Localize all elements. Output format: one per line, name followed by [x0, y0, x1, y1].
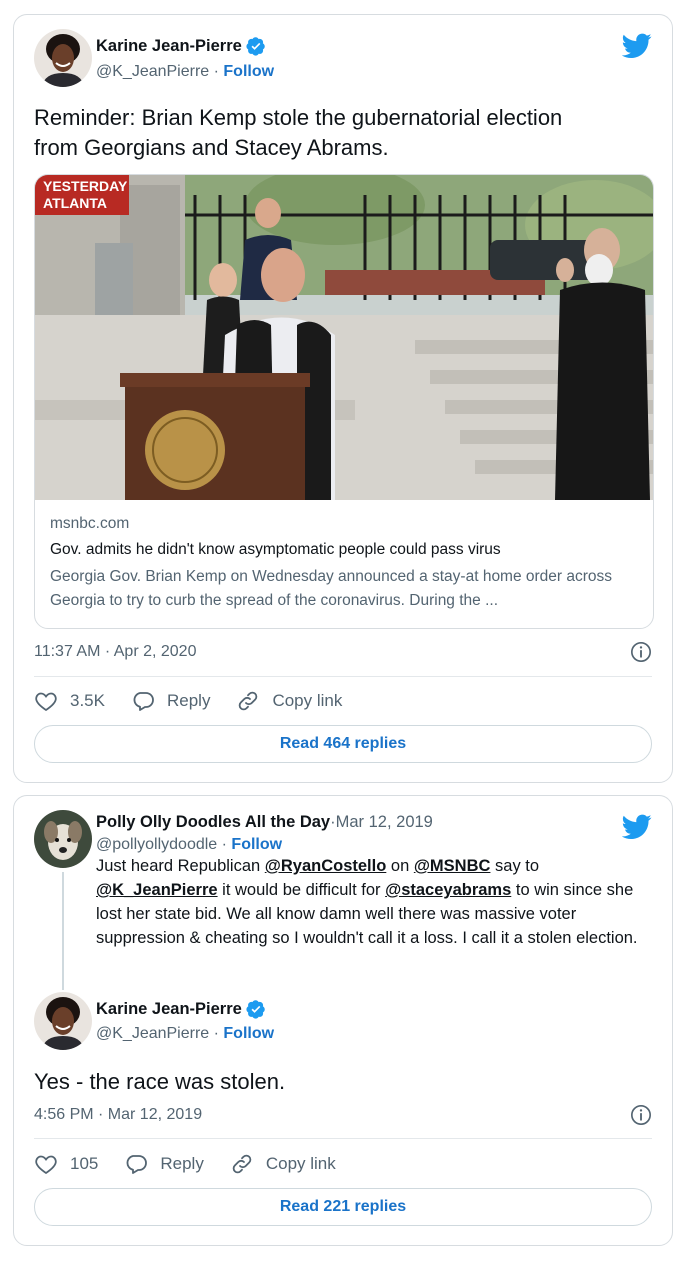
tweet-text-line-1: Reminder: Brian Kemp stole the gubernato…: [34, 105, 563, 130]
heart-icon: [35, 692, 57, 712]
separator: ·: [209, 63, 224, 80]
twitter-bird-icon[interactable]: [622, 814, 652, 840]
timestamp-row: 11:37 AM · Apr 2, 2020: [34, 641, 652, 663]
overlay-line-1: YESTERDAY: [43, 178, 128, 194]
link-title[interactable]: Gov. admits he didn't know asymptomatic …: [50, 541, 641, 559]
author-name-row[interactable]: Karine Jean-Pierre: [96, 999, 266, 1019]
parent-tweet-text: Just heard Republican @RyanCostello on @…: [96, 854, 652, 950]
parent-author-name-row[interactable]: Polly Olly Doodles All the Day · Mar 12,…: [96, 813, 433, 832]
link-description: Georgia Gov. Brian Kemp on Wednesday ann…: [50, 568, 613, 609]
copy-link-label: Copy link: [272, 691, 343, 710]
mention-staceyabrams[interactable]: @staceyabrams: [385, 881, 511, 899]
reply-label: Reply: [160, 1154, 204, 1173]
tweet-timestamp[interactable]: 11:37 AM · Apr 2, 2020: [34, 643, 196, 661]
author-handle[interactable]: @K_JeanPierre: [96, 63, 209, 80]
reply-label: Reply: [166, 691, 211, 710]
thread-connector-line: [62, 872, 64, 990]
info-icon[interactable]: [630, 1104, 652, 1126]
parent-date[interactable]: Mar 12, 2019: [336, 813, 433, 832]
follow-button[interactable]: Follow: [223, 1025, 274, 1042]
tweet-card-2: Polly Olly Doodles All the Day · Mar 12,…: [13, 795, 673, 1246]
copy-link-label: Copy link: [265, 1154, 336, 1173]
link-preview-card[interactable]: YESTERDAY ATLANTA msnbc.com Gov. admits …: [34, 174, 654, 629]
author-name[interactable]: Karine Jean-Pierre: [96, 37, 242, 56]
reply-button[interactable]: Reply: [124, 1152, 204, 1176]
parent-follow-button[interactable]: Follow: [231, 836, 282, 853]
heart-icon: [35, 1155, 57, 1175]
author-name-row[interactable]: Karine Jean-Pierre: [96, 36, 266, 56]
parent-author-name[interactable]: Polly Olly Doodles All the Day: [96, 813, 330, 832]
like-count: 3.5K: [70, 691, 105, 710]
mention-msnbc[interactable]: @MSNBC: [414, 857, 491, 875]
mention-ryancostello[interactable]: @RyanCostello: [265, 857, 387, 875]
verified-badge-icon: [246, 1000, 265, 1019]
divider: [34, 1138, 652, 1139]
overlay-line-2: ATLANTA: [43, 195, 108, 211]
divider: [34, 676, 652, 677]
tweet-text: Reminder: Brian Kemp stole the gubernato…: [34, 103, 632, 163]
copy-link-button[interactable]: Copy link: [230, 1152, 336, 1176]
text-segment: Just heard Republican: [96, 857, 265, 875]
link-icon: [239, 691, 258, 711]
link-info[interactable]: msnbc.com Gov. admits he didn't know asy…: [50, 515, 641, 613]
mention-k-jeanpierre[interactable]: @K_JeanPierre: [96, 881, 218, 899]
tweet-text-line-2: from Georgians and Stacey Abrams.: [34, 135, 389, 160]
like-button[interactable]: 105: [34, 1152, 98, 1176]
read-replies-button[interactable]: Read 464 replies: [34, 725, 652, 763]
parent-author-avatar[interactable]: [34, 810, 92, 868]
tweet-timestamp[interactable]: 4:56 PM · Mar 12, 2019: [34, 1106, 202, 1124]
read-replies-button[interactable]: Read 221 replies: [34, 1188, 652, 1226]
author-handle[interactable]: @K_JeanPierre: [96, 1025, 209, 1042]
parent-handle-row: @pollyollydoodle · Follow: [96, 836, 282, 854]
verified-badge-icon: [246, 37, 265, 56]
follow-button[interactable]: Follow: [223, 63, 274, 80]
link-icon: [232, 1154, 252, 1174]
handle-row: @K_JeanPierre · Follow: [96, 63, 274, 81]
twitter-bird-icon[interactable]: [622, 33, 652, 59]
text-segment: it would be difficult for: [217, 881, 386, 899]
news-overlay-label: YESTERDAY ATLANTA: [43, 178, 127, 212]
author-avatar[interactable]: [34, 29, 92, 87]
text-segment: on: [386, 857, 414, 875]
parent-author-handle[interactable]: @pollyollydoodle: [96, 836, 217, 853]
reply-bubble-icon: [126, 1155, 148, 1174]
separator: ·: [217, 836, 232, 853]
tweet-card-1: Karine Jean-Pierre @K_JeanPierre · Follo…: [13, 14, 673, 783]
action-bar: 105 Reply Copy link: [34, 1152, 362, 1176]
timestamp-row: 4:56 PM · Mar 12, 2019: [34, 1104, 652, 1126]
author-name[interactable]: Karine Jean-Pierre: [96, 1000, 242, 1019]
link-domain: msnbc.com: [50, 515, 130, 532]
like-count: 105: [70, 1154, 99, 1173]
news-photo[interactable]: YESTERDAY ATLANTA: [35, 175, 653, 500]
reply-button[interactable]: Reply: [131, 689, 210, 713]
text-segment: say to: [490, 857, 540, 875]
like-button[interactable]: 3.5K: [34, 689, 105, 713]
handle-row: @K_JeanPierre · Follow: [96, 1025, 274, 1043]
reply-bubble-icon: [133, 692, 154, 711]
author-avatar[interactable]: [34, 992, 92, 1050]
tweet-text: Yes - the race was stolen.: [34, 1069, 286, 1094]
copy-link-button[interactable]: Copy link: [236, 689, 342, 713]
info-icon[interactable]: [630, 641, 652, 663]
separator: ·: [209, 1025, 224, 1042]
action-bar: 3.5K Reply Copy link: [34, 689, 368, 713]
